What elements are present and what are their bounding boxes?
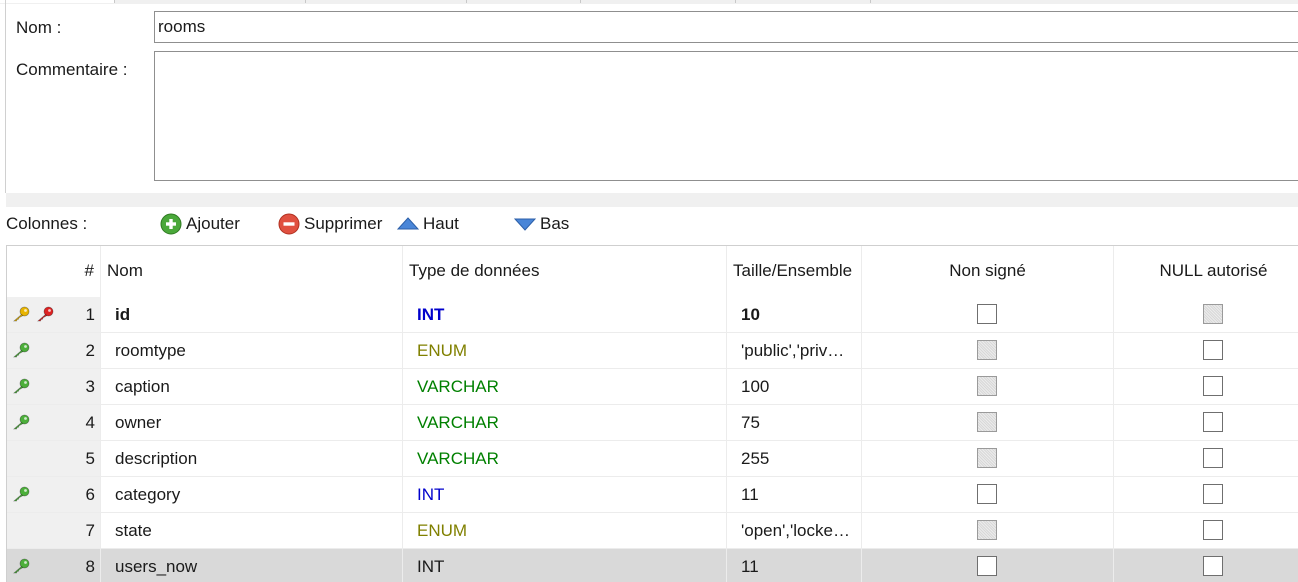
unsigned-checkbox <box>977 376 997 396</box>
row-number: 2 <box>85 341 95 360</box>
nullable-checkbox[interactable] <box>1203 556 1223 576</box>
column-size[interactable]: 75 <box>741 405 859 440</box>
nullable-checkbox[interactable] <box>1203 484 1223 504</box>
grid-header: # Nom Type de données Taille/Ensemble No… <box>7 246 1298 297</box>
column-type[interactable]: INT <box>417 477 717 512</box>
header-size[interactable]: Taille/Ensemble <box>727 246 862 297</box>
header-num[interactable]: # <box>7 246 101 297</box>
table-row[interactable]: 7 state ENUM 'open','locke… <box>7 513 1298 549</box>
unsigned-checkbox <box>977 520 997 540</box>
header-nullable[interactable]: NULL autorisé <box>1114 246 1298 297</box>
column-size[interactable]: 'open','locke… <box>741 513 859 548</box>
column-name[interactable]: roomtype <box>115 333 395 368</box>
column-type[interactable]: ENUM <box>417 333 717 368</box>
header-unsigned[interactable]: Non signé <box>862 246 1114 297</box>
tab-partitions[interactable] <box>736 0 871 3</box>
panel-border <box>5 0 6 193</box>
column-type[interactable]: VARCHAR <box>417 405 717 440</box>
column-name[interactable]: id <box>115 297 395 332</box>
tab-indexes[interactable] <box>306 0 467 3</box>
column-type[interactable]: ENUM <box>417 513 717 548</box>
table-row[interactable]: 6 category INT 11 <box>7 477 1298 513</box>
name-label: Nom : <box>16 18 62 37</box>
arrow-up-icon <box>397 217 419 231</box>
row-number: 8 <box>85 557 95 576</box>
nullable-checkbox[interactable] <box>1203 376 1223 396</box>
tab-foreign-keys[interactable] <box>467 0 581 3</box>
unsigned-checkbox[interactable] <box>977 484 997 504</box>
unsigned-checkbox <box>977 448 997 468</box>
table-row[interactable]: 1 id INT 10 <box>7 297 1298 333</box>
row-number: 7 <box>85 521 95 540</box>
tab-options[interactable] <box>115 0 306 3</box>
move-up-label: Haut <box>423 214 459 233</box>
nullable-checkbox <box>1203 304 1223 324</box>
tab-check[interactable] <box>581 0 736 3</box>
column-size[interactable]: 11 <box>741 549 859 582</box>
tab-basic[interactable] <box>0 0 115 3</box>
nullable-checkbox[interactable] <box>1203 448 1223 468</box>
unsigned-checkbox[interactable] <box>977 304 997 324</box>
table-row[interactable]: 3 caption VARCHAR 100 <box>7 369 1298 405</box>
unsigned-checkbox <box>977 340 997 360</box>
column-name[interactable]: caption <box>115 369 395 404</box>
header-name[interactable]: Nom <box>101 246 403 297</box>
column-type[interactable]: INT <box>417 549 717 582</box>
table-row[interactable]: 8 users_now INT 11 <box>7 549 1298 582</box>
row-number: 3 <box>85 377 95 396</box>
column-size[interactable]: 11 <box>741 477 859 512</box>
row-number: 1 <box>85 305 95 324</box>
column-name[interactable]: state <box>115 513 395 548</box>
delete-column-label: Supprimer <box>304 214 383 233</box>
add-icon <box>160 213 182 235</box>
column-size[interactable]: 100 <box>741 369 859 404</box>
column-name[interactable]: description <box>115 441 395 476</box>
section-separator <box>6 193 1298 207</box>
comment-label: Commentaire : <box>16 60 128 79</box>
nullable-checkbox[interactable] <box>1203 412 1223 432</box>
column-name[interactable]: users_now <box>115 549 395 582</box>
delete-column-button[interactable]: Supprimer <box>278 210 382 238</box>
move-up-button[interactable]: Haut <box>397 210 459 238</box>
column-name[interactable]: owner <box>115 405 395 440</box>
table-row[interactable]: 5 description VARCHAR 255 <box>7 441 1298 477</box>
table-row[interactable]: 4 owner VARCHAR 75 <box>7 405 1298 441</box>
row-number: 5 <box>85 449 95 468</box>
columns-grid[interactable]: # Nom Type de données Taille/Ensemble No… <box>6 245 1298 582</box>
column-size[interactable]: 10 <box>741 297 859 332</box>
column-size[interactable]: 'public','priv… <box>741 333 859 368</box>
table-row[interactable]: 2 roomtype ENUM 'public','priv… <box>7 333 1298 369</box>
header-type[interactable]: Type de données <box>403 246 727 297</box>
unsigned-checkbox <box>977 412 997 432</box>
nullable-checkbox[interactable] <box>1203 340 1223 360</box>
move-down-label: Bas <box>540 214 570 233</box>
row-number: 4 <box>85 413 95 432</box>
column-type[interactable]: INT <box>417 297 717 332</box>
row-number: 6 <box>85 485 95 504</box>
add-column-button[interactable]: Ajouter <box>160 210 240 238</box>
name-input[interactable] <box>154 11 1298 43</box>
move-down-button[interactable]: Bas <box>514 210 569 238</box>
column-type[interactable]: VARCHAR <box>417 441 717 476</box>
comment-textarea[interactable] <box>154 51 1298 181</box>
columns-label: Colonnes : <box>6 214 88 233</box>
unsigned-checkbox[interactable] <box>977 556 997 576</box>
arrow-down-icon <box>514 217 536 231</box>
add-column-label: Ajouter <box>186 214 240 233</box>
delete-icon <box>278 213 300 235</box>
nullable-checkbox[interactable] <box>1203 520 1223 540</box>
column-size[interactable]: 255 <box>741 441 859 476</box>
column-type[interactable]: VARCHAR <box>417 369 717 404</box>
tab-strip <box>0 0 1298 4</box>
column-name[interactable]: category <box>115 477 395 512</box>
